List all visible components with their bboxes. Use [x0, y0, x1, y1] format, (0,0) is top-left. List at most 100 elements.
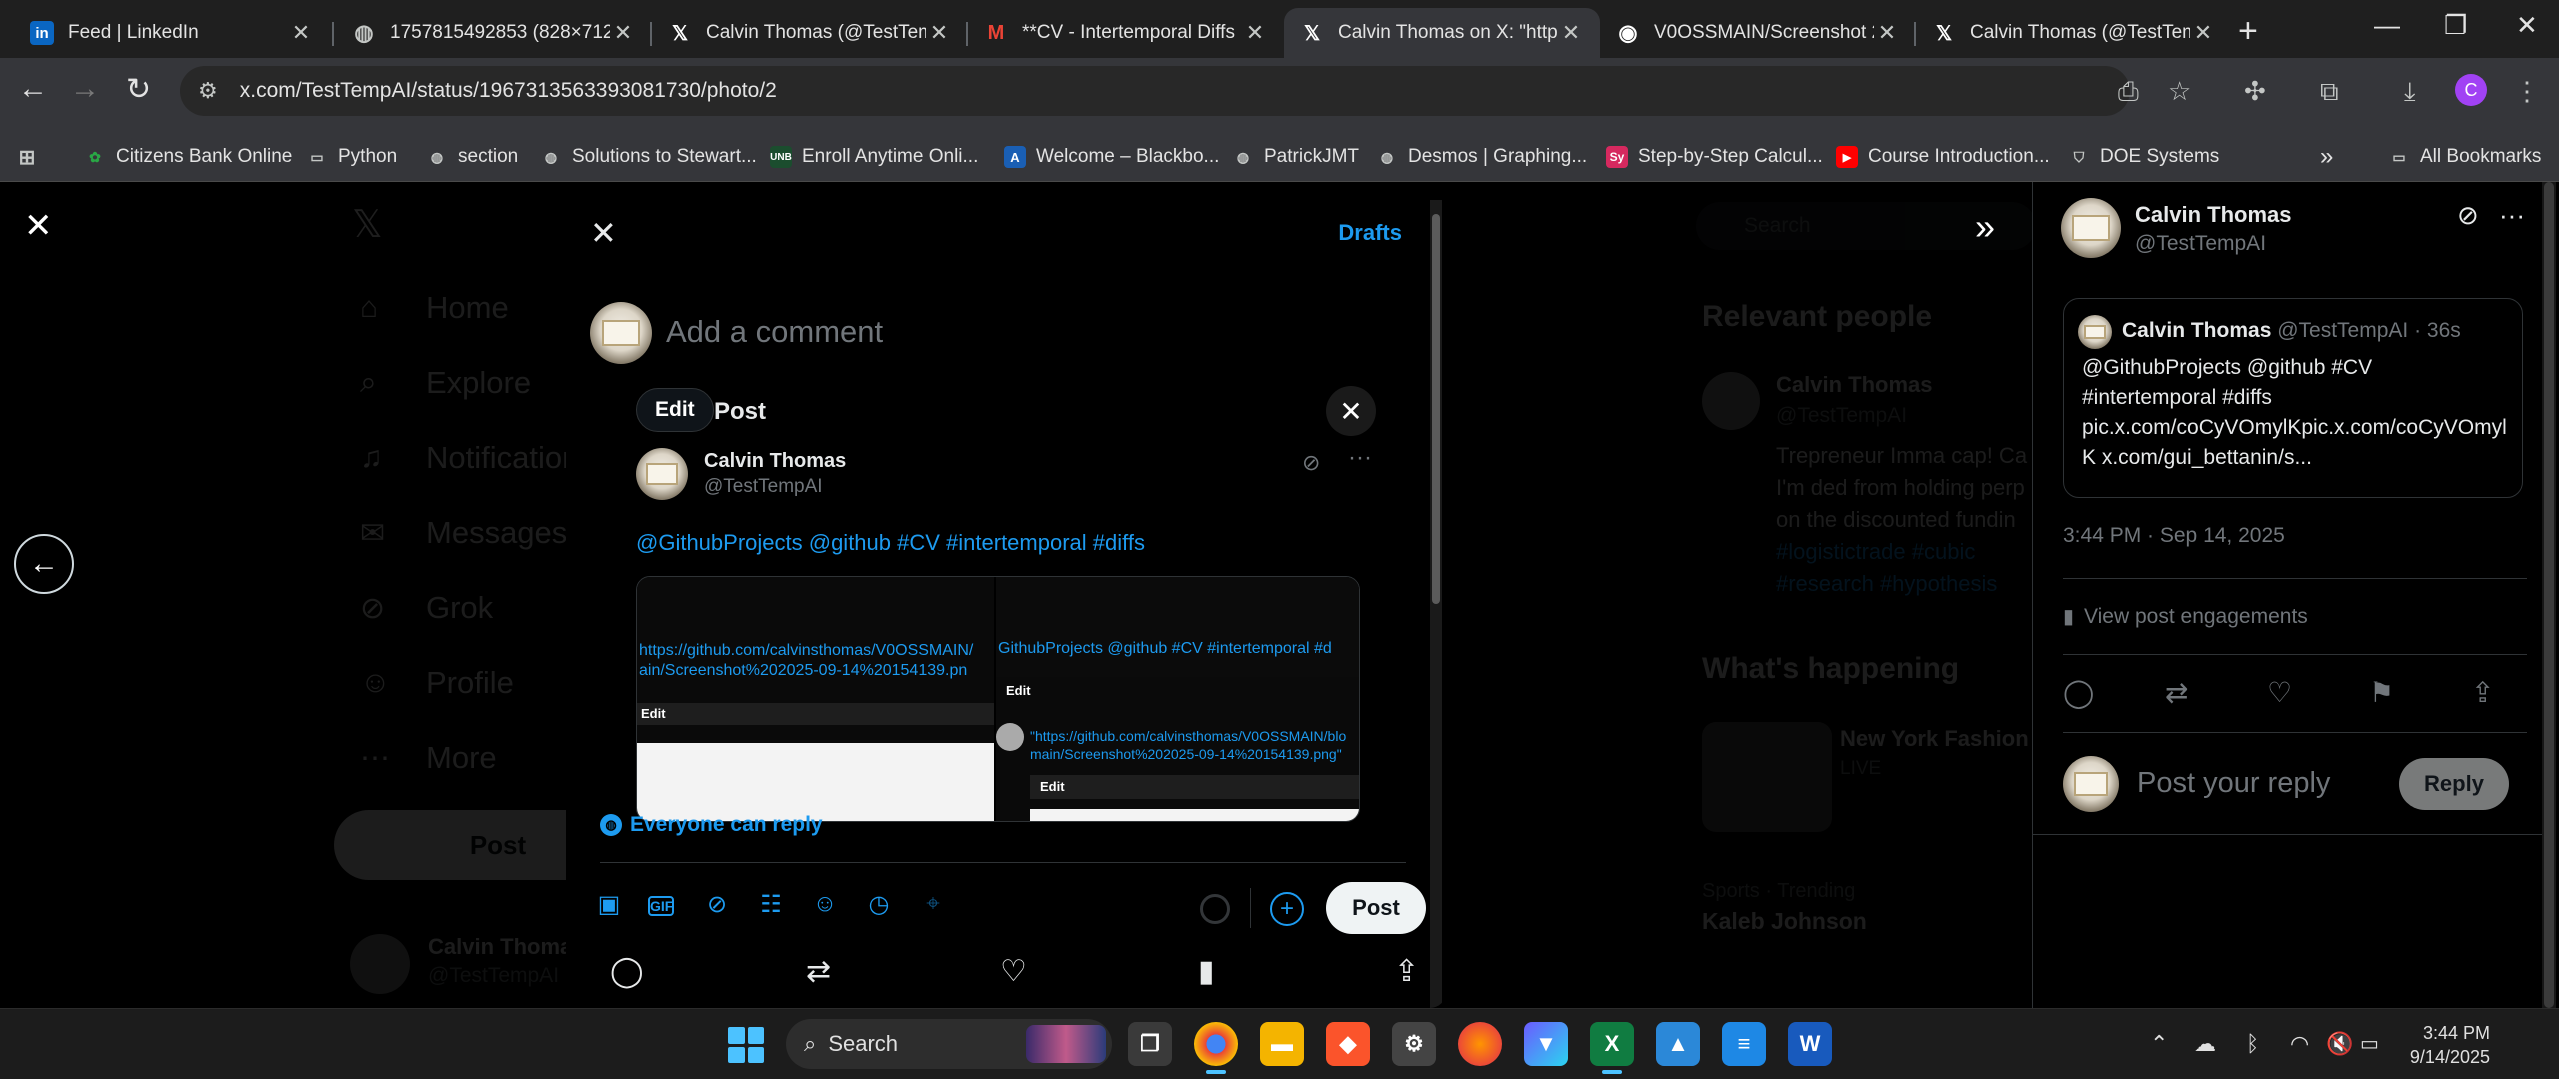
close-photo-icon[interactable]: ✕: [24, 206, 53, 246]
bookmark-stewart[interactable]: ◍ Solutions to Stewart...: [540, 142, 757, 172]
bookmark-section[interactable]: ◍ section: [426, 142, 518, 172]
bluetooth-icon[interactable]: ᛒ: [2246, 1031, 2259, 1057]
repost-icon[interactable]: ⇄: [806, 954, 831, 989]
emoji-icon[interactable]: ☺: [810, 890, 840, 918]
more-options-icon[interactable]: ···: [1348, 444, 1372, 472]
bookmark-python[interactable]: ▭ Python: [306, 142, 397, 172]
wifi-icon[interactable]: ◠: [2290, 1031, 2309, 1057]
gif-icon[interactable]: GIF: [648, 896, 674, 916]
comment-input[interactable]: Add a comment: [666, 314, 883, 350]
media-image-1[interactable]: https://github.com/calvinsthomas/V0OSSMA…: [637, 577, 997, 821]
bookmark-icon[interactable]: ⚑: [2369, 676, 2394, 709]
close-tab-icon[interactable]: ✕: [1242, 20, 1268, 46]
bookmark-doe[interactable]: ⛉ DOE Systems: [2068, 142, 2220, 172]
restore-icon[interactable]: ❐: [2444, 10, 2467, 41]
location-icon[interactable]: ⌖: [918, 890, 948, 918]
site-info-icon[interactable]: ⚙: [198, 78, 218, 104]
close-tab-icon[interactable]: ✕: [610, 20, 636, 46]
system-clock[interactable]: 3:44 PM 9/14/2025: [2400, 1021, 2490, 1069]
tab-github[interactable]: ◉ V0OSSMAIN/Screenshot 2 ✕: [1600, 8, 1916, 58]
firefox-icon[interactable]: [1458, 1022, 1502, 1066]
back-icon[interactable]: ←: [18, 72, 48, 106]
bookmark-course-intro[interactable]: ▶ Course Introduction...: [1836, 142, 2050, 172]
tab-x-profile-2[interactable]: 𝕏 Calvin Thomas (@TestTempAI) ✕: [1916, 8, 2232, 58]
grok-icon[interactable]: ⊘: [702, 890, 732, 919]
bookmark-patrickjmt[interactable]: ◍ PatrickJMT: [1232, 142, 1359, 172]
bookmark-star-icon[interactable]: ☆: [2168, 76, 2191, 107]
author-handle[interactable]: @TestTempAI: [2135, 232, 2266, 256]
install-app-icon[interactable]: ⎙: [2118, 76, 2139, 108]
add-post-button[interactable]: +: [1270, 892, 1304, 926]
settings-icon[interactable]: ⚙: [1392, 1022, 1436, 1066]
more-bookmarks-icon[interactable]: »: [2320, 142, 2333, 172]
tab-gmail[interactable]: M **CV - Intertemporal Diffs ✕: [968, 8, 1284, 58]
excel-icon[interactable]: X: [1590, 1022, 1634, 1074]
drafts-button[interactable]: Drafts: [1338, 220, 1402, 246]
vscode-like-icon[interactable]: ▼: [1524, 1022, 1568, 1066]
photos-icon[interactable]: ▲: [1656, 1022, 1700, 1066]
close-tab-icon[interactable]: ✕: [1874, 20, 1900, 46]
reply-button[interactable]: Reply: [2399, 758, 2509, 810]
post-button[interactable]: Post: [1326, 882, 1426, 934]
reply-icon[interactable]: ◯: [610, 954, 644, 989]
new-tab-button[interactable]: +: [2238, 12, 2258, 51]
tab-search-icon[interactable]: ⧉: [2320, 76, 2339, 108]
minimize-icon[interactable]: —: [2374, 10, 2400, 41]
brave-icon[interactable]: ◆: [1326, 1022, 1370, 1066]
like-icon[interactable]: ♡: [2267, 676, 2292, 709]
profile-avatar[interactable]: C: [2455, 74, 2487, 106]
views-icon[interactable]: ▮: [1198, 954, 1215, 989]
notepad-icon[interactable]: ≡: [1722, 1022, 1766, 1066]
previous-photo-button[interactable]: ←: [14, 534, 74, 594]
schedule-icon[interactable]: ◷: [864, 890, 894, 919]
bookmark-blackboard[interactable]: A Welcome – Blackbo...: [1004, 142, 1219, 172]
bookmark-desmos[interactable]: ◍ Desmos | Graphing...: [1376, 142, 1587, 172]
more-options-icon[interactable]: ···: [2499, 200, 2525, 231]
tab-linkedin[interactable]: in Feed | LinkedIn ✕: [14, 8, 330, 58]
grok-icon[interactable]: ⊘: [2457, 200, 2479, 231]
all-bookmarks[interactable]: ▭ All Bookmarks: [2388, 142, 2541, 172]
tab-image[interactable]: ◍ 1757815492853 (828×712) ✕: [336, 8, 652, 58]
repost-icon[interactable]: ⇄: [2165, 676, 2188, 709]
author-name[interactable]: Calvin Thomas: [2135, 202, 2291, 228]
reply-icon[interactable]: ◯: [2063, 676, 2094, 709]
forward-icon[interactable]: →: [70, 72, 100, 106]
onedrive-icon[interactable]: ☁: [2194, 1031, 2216, 1057]
address-bar[interactable]: ⚙ x.com/TestTempAI/status/19673135633930…: [180, 66, 2130, 116]
word-icon[interactable]: W: [1788, 1022, 1832, 1066]
menu-icon[interactable]: ⋮: [2514, 76, 2540, 107]
volume-muted-icon[interactable]: 🔇: [2326, 1031, 2353, 1057]
reply-setting-button[interactable]: ◍ Everyone can reply: [600, 813, 823, 837]
chrome-icon[interactable]: [1194, 1022, 1238, 1074]
quoted-media-grid[interactable]: https://github.com/calvinsthomas/V0OSSMA…: [636, 576, 1360, 822]
post-timestamp[interactable]: 3:44 PM · Sep 14, 2025: [2063, 524, 2285, 548]
avatar[interactable]: [2061, 198, 2121, 258]
file-explorer-icon[interactable]: ▬: [1260, 1022, 1304, 1066]
bookmark-unb[interactable]: UNB Enroll Anytime Onli...: [770, 142, 978, 172]
window-close-icon[interactable]: ✕: [2516, 10, 2538, 41]
poll-icon[interactable]: ☷: [756, 890, 786, 919]
image-icon[interactable]: ▣: [594, 890, 624, 919]
grok-icon[interactable]: ⊘: [1302, 450, 1320, 476]
task-view-icon[interactable]: ❐: [1128, 1022, 1172, 1066]
bookmark-citizens-bank[interactable]: ✿ Citizens Bank Online: [84, 142, 292, 172]
close-tab-icon[interactable]: ✕: [288, 20, 314, 46]
start-button[interactable]: [728, 1027, 764, 1063]
chevron-up-icon[interactable]: ⌃: [2150, 1031, 2168, 1057]
download-icon[interactable]: ⤓: [2404, 76, 2416, 108]
apps-icon[interactable]: ⊞: [16, 142, 48, 172]
taskbar-search[interactable]: ⌕ Search: [786, 1019, 1112, 1069]
battery-icon[interactable]: ▭: [2360, 1031, 2379, 1056]
edit-button[interactable]: Edit: [636, 388, 714, 432]
share-icon[interactable]: ⇪: [1394, 954, 1419, 989]
close-tab-icon[interactable]: ✕: [926, 20, 952, 46]
close-tab-icon[interactable]: ✕: [2190, 20, 2216, 46]
view-engagements-link[interactable]: ▮ View post engagements: [2063, 604, 2308, 629]
extensions-icon[interactable]: ✣: [2244, 76, 2266, 107]
like-icon[interactable]: ♡: [1000, 954, 1027, 989]
reply-input[interactable]: Post your reply: [2137, 767, 2330, 800]
close-compose-icon[interactable]: ✕: [590, 214, 617, 252]
share-icon[interactable]: ⇪: [2471, 676, 2494, 709]
remove-quote-button[interactable]: ✕: [1326, 386, 1376, 436]
expand-panel-icon[interactable]: »: [1975, 206, 1995, 248]
